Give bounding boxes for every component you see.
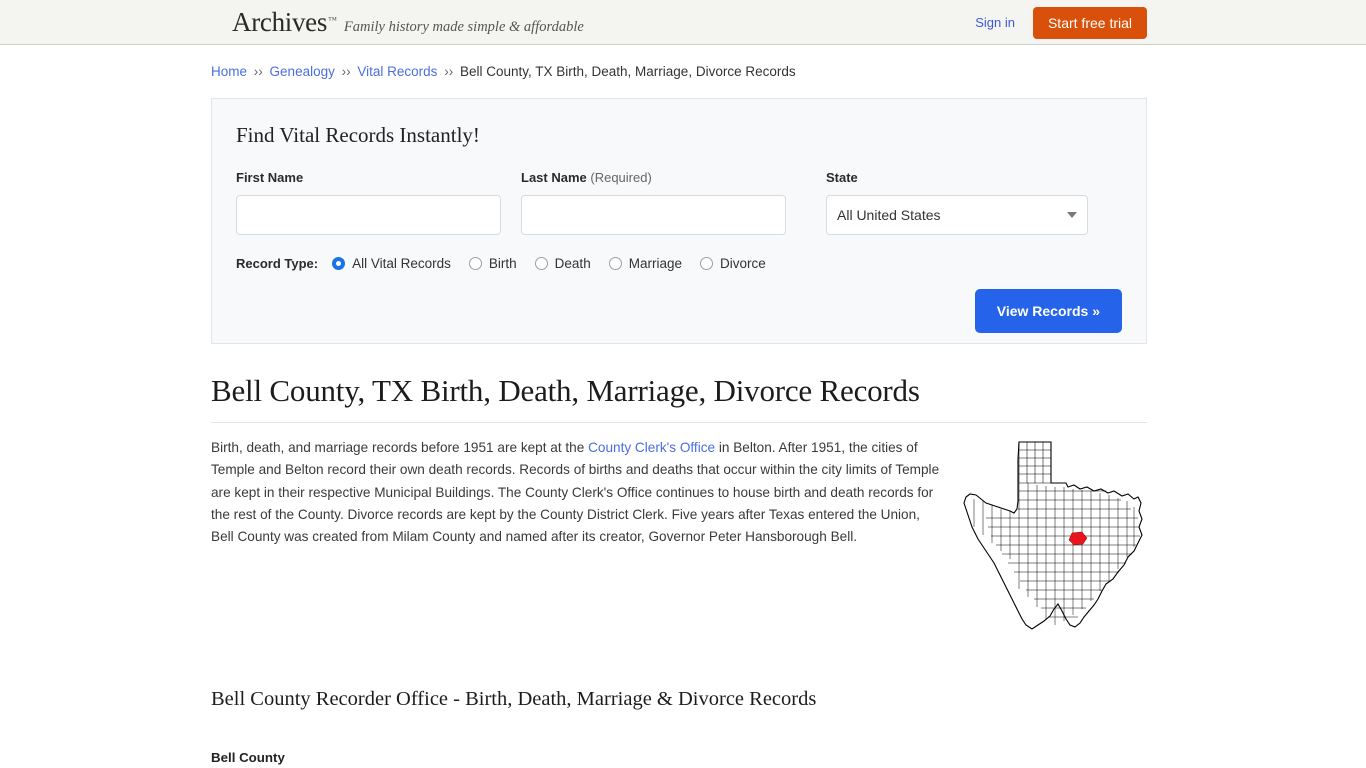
breadcrumb-item-vital-records[interactable]: Vital Records bbox=[357, 64, 437, 79]
paragraph-part-2: in Belton. After 1951, the cities of Tem… bbox=[211, 440, 940, 545]
title-divider bbox=[211, 422, 1147, 423]
search-panel-title: Find Vital Records Instantly! bbox=[236, 123, 480, 147]
radio-label: Marriage bbox=[628, 256, 682, 271]
first-name-label: First Name bbox=[236, 170, 304, 185]
body-column: Birth, death, and marriage records befor… bbox=[211, 437, 946, 644]
radio-label: All Vital Records bbox=[352, 256, 451, 271]
radio-label: Divorce bbox=[719, 256, 766, 271]
texas-map-svg bbox=[963, 441, 1143, 630]
state-label: State bbox=[826, 170, 858, 185]
last-name-input[interactable] bbox=[521, 195, 786, 235]
radio-label: Birth bbox=[488, 256, 517, 271]
radio-divorce[interactable]: Divorce bbox=[699, 256, 766, 271]
radio-death[interactable]: Death bbox=[534, 256, 591, 271]
radio-icon bbox=[468, 257, 482, 270]
breadcrumb-item-home[interactable]: Home bbox=[211, 64, 247, 79]
trademark-symbol: ™ bbox=[328, 14, 337, 25]
last-name-field-group: Last Name (Required) bbox=[521, 170, 786, 235]
brand-tagline: Family history made simple & affordable bbox=[343, 18, 584, 35]
record-type-label: Record Type: bbox=[236, 256, 319, 271]
state-field-group: State All United States bbox=[826, 170, 1088, 235]
breadcrumb-separator: ›› bbox=[341, 64, 351, 79]
last-name-required-note: (Required) bbox=[590, 170, 652, 185]
header-actions: Sign in Start free trial bbox=[975, 0, 1147, 45]
page-container: Home ›› Genealogy ›› Vital Records ›› Be… bbox=[211, 45, 1147, 768]
radio-icon bbox=[699, 257, 713, 270]
radio-all-vital-records[interactable]: All Vital Records bbox=[332, 256, 451, 271]
start-free-trial-button[interactable]: Start free trial bbox=[1032, 6, 1147, 39]
radio-icon bbox=[332, 257, 346, 270]
radio-icon bbox=[608, 257, 622, 270]
radio-marriage[interactable]: Marriage bbox=[608, 256, 682, 271]
breadcrumb-current: Bell County, TX Birth, Death, Marriage, … bbox=[459, 64, 796, 79]
vital-records-search-panel: Find Vital Records Instantly! First Name… bbox=[211, 98, 1147, 344]
state-select-wrap: All United States bbox=[826, 195, 1088, 235]
sign-in-link[interactable]: Sign in bbox=[975, 15, 1015, 30]
breadcrumb-item-genealogy[interactable]: Genealogy bbox=[270, 64, 335, 79]
radio-icon bbox=[534, 257, 548, 270]
contact-block: Bell County PO Box 480 Belton, TX 76513-… bbox=[211, 747, 1147, 768]
record-type-row: Record Type: All Vital Records Birth Dea… bbox=[236, 256, 1122, 271]
contact-office-name: Bell County bbox=[211, 750, 285, 765]
content-area: Birth, death, and marriage records befor… bbox=[211, 437, 1147, 644]
first-name-field-group: First Name bbox=[236, 170, 501, 235]
search-fields-row: First Name Last Name (Required) State Al… bbox=[236, 170, 1122, 235]
site-header: Archives ™ Family history made simple & … bbox=[0, 0, 1366, 45]
breadcrumb-separator: ›› bbox=[444, 64, 454, 79]
submit-row: View Records » bbox=[236, 289, 1122, 333]
recorder-office-subtitle: Bell County Recorder Office - Birth, Dea… bbox=[211, 688, 817, 710]
texas-county-map bbox=[956, 437, 1156, 644]
page-title: Bell County, TX Birth, Death, Marriage, … bbox=[211, 373, 920, 408]
last-name-label-text: Last Name bbox=[521, 170, 587, 185]
last-name-label: Last Name (Required) bbox=[521, 170, 786, 185]
radio-label: Death bbox=[554, 256, 591, 271]
brand-logo: Archives bbox=[232, 6, 328, 37]
first-name-input[interactable] bbox=[236, 195, 501, 235]
view-records-button[interactable]: View Records » bbox=[974, 289, 1122, 333]
paragraph-part-1: Birth, death, and marriage records befor… bbox=[211, 440, 589, 455]
county-clerks-office-link[interactable]: County Clerk's Office bbox=[588, 440, 715, 455]
breadcrumb-separator: ›› bbox=[253, 64, 263, 79]
intro-paragraph: Birth, death, and marriage records befor… bbox=[211, 437, 946, 548]
brand[interactable]: Archives ™ Family history made simple & … bbox=[232, 7, 584, 38]
state-select[interactable]: All United States bbox=[826, 195, 1088, 235]
breadcrumb: Home ›› Genealogy ›› Vital Records ›› Be… bbox=[211, 45, 1147, 87]
radio-birth[interactable]: Birth bbox=[468, 256, 517, 271]
